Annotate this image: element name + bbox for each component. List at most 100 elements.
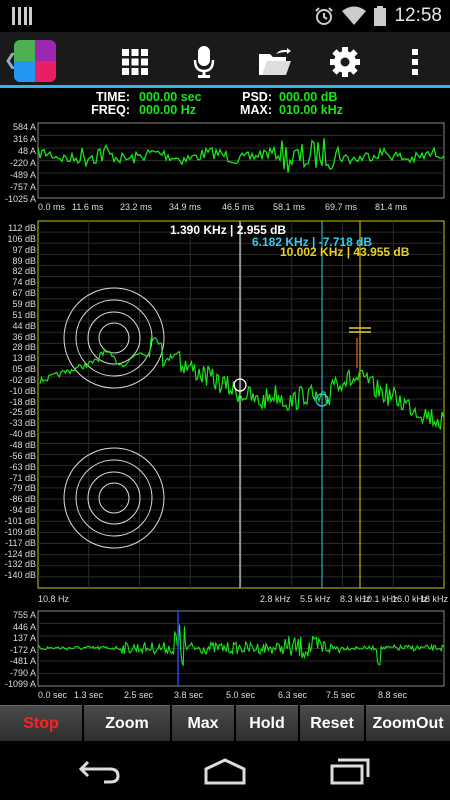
spectrum-y-tick: -86 dB: [9, 494, 36, 505]
back-nav-icon: [78, 760, 120, 784]
spectrum-y-tick: 36 dB: [12, 331, 36, 342]
overflow-menu-icon: [412, 49, 418, 75]
spectrum-y-tick: -33 dB: [9, 418, 36, 429]
alarm-icon: [315, 7, 334, 25]
home-nav-icon: [204, 758, 246, 785]
timeline-x-tick: 1.3 sec: [74, 690, 104, 700]
timeline-panel[interactable]: 755 A 446 A 137 A -172 A -481 A -790 A -1099 A…: [0, 608, 450, 704]
timeline-x-tick: 0.0 sec: [38, 690, 68, 700]
hold-button[interactable]: Hold: [236, 705, 298, 741]
settings-button[interactable]: [325, 42, 365, 82]
spectrum-y-tick: -10 dB: [9, 385, 36, 396]
spectrum-plot[interactable]: [0, 218, 450, 608]
action-bar: ❮: [0, 32, 450, 88]
spectrum-y-tick: -79 dB: [9, 483, 36, 494]
home-nav-button[interactable]: [195, 754, 255, 788]
spectrum-y-tick: 51 dB: [12, 309, 36, 320]
file-button[interactable]: [255, 42, 295, 82]
spectrum-y-tick: 28 dB: [12, 342, 36, 353]
spectrum-x-tick: 10.8 Hz: [38, 594, 70, 604]
spectrum-y-tick: 74 dB: [12, 277, 36, 288]
overflow-menu-button[interactable]: [395, 42, 435, 82]
spectrum-y-tick: 112 dB: [8, 223, 36, 233]
spectrum-y-tick: 44 dB: [12, 320, 36, 331]
timeline-x-tick: 2.5 sec: [124, 690, 154, 700]
spectrum-y-tick: 13 dB: [12, 353, 36, 364]
spectrum-y-tick: -94 dB: [9, 505, 36, 516]
wifi-icon: [342, 6, 367, 25]
spectrum-y-tick: -101 dB: [4, 515, 36, 526]
waveform-y-tick: -220 A: [9, 158, 36, 168]
max-label: MAX:: [240, 103, 272, 117]
spectrum-y-tick: -18 dB: [9, 396, 36, 407]
spectrum-y-tick: -140 dB: [4, 570, 36, 581]
status-bar: 12:58: [0, 0, 450, 32]
timeline-x-tick: 8.8 sec: [378, 690, 408, 700]
gear-icon: [330, 47, 360, 77]
spectrum-y-tick: 82 dB: [12, 266, 36, 277]
waveform-x-tick: 23.2 ms: [120, 202, 153, 212]
freq-label: FREQ:: [91, 103, 130, 117]
grid-menu-icon: [122, 49, 148, 75]
waveform-x-tick: 0.0 ms: [38, 202, 66, 212]
spectrum-x-tick: 2.8 kHz: [260, 594, 291, 604]
max-button[interactable]: Max: [172, 705, 234, 741]
spectrum-y-tick: -40 dB: [9, 429, 36, 440]
app-logo-icon[interactable]: [14, 40, 56, 82]
spectrum-y-tick: -63 dB: [9, 461, 36, 472]
spectrum-y-tick: -71 dB: [9, 472, 36, 483]
waveform-y-tick: -489 A: [9, 170, 36, 180]
waveform-y-tick: -757 A: [9, 182, 36, 192]
spectrum-y-tick: -48 dB: [9, 440, 36, 450]
stop-button[interactable]: Stop: [0, 705, 82, 741]
spectrum-y-tick: -132 dB: [4, 559, 36, 570]
spectrum-y-tick: 97 dB: [12, 244, 36, 255]
spectrum-y-tick: 67 dB: [12, 288, 36, 299]
spectrum-panel[interactable]: 112 dB 106 dB 97 dB 89 dB 82 dB 74 dB 67 dB 59 …: [0, 218, 450, 608]
recents-nav-button[interactable]: [320, 754, 380, 788]
waveform-x-tick: 69.7 ms: [325, 202, 358, 212]
waveform-x-tick: 34.9 ms: [169, 202, 202, 212]
zoomout-button[interactable]: ZoomOut: [366, 705, 450, 741]
folder-share-icon: [259, 48, 291, 75]
timeline-y-tick: 755 A: [12, 610, 36, 620]
zoom-button[interactable]: Zoom: [84, 705, 170, 741]
cursor-yellow-readout: 10.002 KHz | 43.955 dB: [280, 245, 410, 259]
waveform-x-tick: 46.5 ms: [222, 202, 255, 212]
spectrum-y-tick: 05 dB: [12, 364, 36, 375]
psd-label: PSD:: [242, 90, 272, 104]
reset-button[interactable]: Reset: [300, 705, 364, 741]
waveform-x-tick: 58.1 ms: [273, 202, 306, 212]
notification-bars-icon: [12, 7, 32, 25]
time-value: 000.00 sec: [139, 90, 202, 104]
timeline-y-tick: -481 A: [9, 656, 36, 666]
waveform-y-tick: 316 A: [12, 134, 36, 144]
psd-value: 000.00 dB: [279, 90, 338, 104]
microphone-icon: [193, 46, 215, 78]
spectrum-y-tick: 106 dB: [7, 233, 36, 244]
spectrum-y-tick: -25 dB: [9, 407, 36, 418]
waveform-panel[interactable]: 584 A 316 A 48 A -220 A -489 A -757 A -1025 A …: [0, 120, 450, 216]
back-nav-button[interactable]: [70, 754, 130, 788]
timeline-y-tick: -790 A: [9, 667, 36, 678]
timeline-y-tick: -172 A: [9, 644, 36, 655]
battery-icon: [374, 6, 387, 26]
timeline-y-tick: 446 A: [12, 621, 36, 632]
navigation-bar: [0, 742, 450, 800]
spectrum-x-tick: 18 kHz: [420, 594, 449, 604]
waveform-y-tick: 48 A: [17, 146, 36, 156]
timeline-x-tick: 5.0 sec: [226, 690, 256, 700]
grid-menu-button[interactable]: [115, 42, 155, 82]
record-button[interactable]: [184, 42, 224, 82]
spectrum-y-tick: -109 dB: [4, 526, 36, 537]
spectrum-y-tick: 59 dB: [12, 298, 36, 309]
spectrum-x-tick: 5.5 kHz: [300, 594, 331, 604]
recents-nav-icon: [330, 758, 370, 785]
clock: 12:58: [394, 5, 442, 26]
spectrum-y-tick: -124 dB: [4, 548, 36, 559]
waveform-y-tick: 584 A: [12, 122, 36, 132]
time-label: TIME:: [95, 90, 130, 104]
timeline-y-tick: -1099 A: [4, 679, 36, 689]
waveform-x-tick: 81.4 ms: [375, 202, 408, 212]
waveform-y-tick: -1025 A: [4, 194, 36, 204]
